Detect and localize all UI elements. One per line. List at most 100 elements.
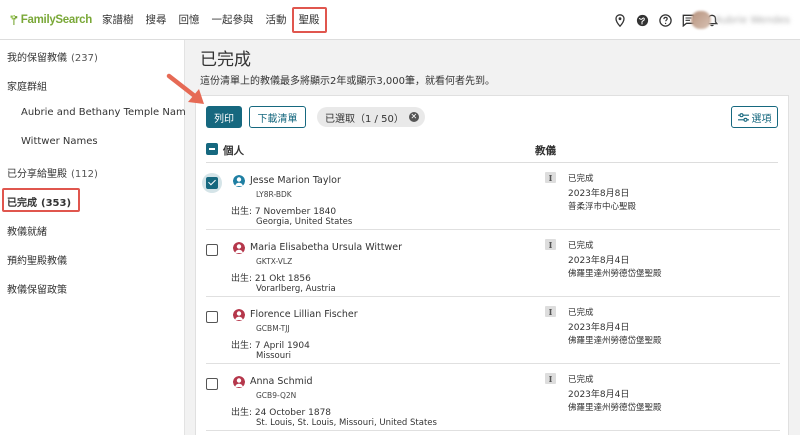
sidebar-item-label: 預約聖殿教儀	[7, 256, 67, 267]
nav-temple[interactable]: 聖殿	[291, 0, 327, 40]
male-person-icon	[233, 175, 245, 187]
sidebar-item-label: 家庭群組	[7, 82, 47, 93]
person-name-link[interactable]: Jesse Marion Taylor	[250, 175, 341, 186]
location-pin-icon[interactable]	[613, 13, 626, 27]
page-description: 這份清單上的教儀最多將顯示2年或顯示3,000筆，就看何者先到。	[200, 76, 495, 87]
column-header-ordinance: 教儀	[535, 145, 556, 157]
annotation-highlight-box	[291, 6, 327, 33]
nav-family-tree[interactable]: 家譜樹	[96, 0, 140, 40]
female-person-icon	[233, 242, 245, 254]
sidebar-item-my-reserved[interactable]: 我的保留教儀 (237)	[7, 49, 98, 64]
row-checkbox[interactable]	[206, 244, 218, 256]
nav-search[interactable]: 搜尋	[140, 0, 173, 40]
birth-label: 出生:	[231, 207, 253, 217]
birth-label: 出生:	[231, 408, 253, 418]
initiatory-ordinance-icon: I	[545, 306, 556, 317]
birth-info: 出生: 7 November 1840	[231, 204, 336, 217]
birth-info: 出生: 24 October 1878	[231, 405, 331, 418]
birth-info: 出生: 21 Okt 1856	[231, 271, 311, 284]
selected-count-label: 已選取（1 / 50）	[325, 113, 404, 125]
person-id: GKTX-VLZ	[256, 257, 293, 266]
ordinance-date: 2023年8月4日	[568, 390, 630, 400]
avatar	[690, 11, 711, 29]
sidebar-item-reservation-policy[interactable]: 教儀保留政策	[7, 281, 67, 296]
globe-icon[interactable]	[636, 14, 649, 27]
options-button[interactable]: 選項	[731, 106, 778, 128]
main-content: 已完成 這份清單上的教儀最多將顯示2年或顯示3,000筆，就看何者先到。 列印 …	[185, 40, 800, 435]
sidebar-item-aubrie-bethany[interactable]: Aubrie and Bethany Temple Names	[21, 107, 197, 118]
ordinance-temple: 佛羅里達州勞德岱堡聖殿	[568, 403, 662, 413]
initiatory-ordinance-icon: I	[545, 239, 556, 250]
birth-place: St. Louis, St. Louis, Missouri, United S…	[256, 418, 437, 428]
ordinance-date: 2023年8月4日	[568, 256, 630, 266]
sidebar-item-count: (112)	[71, 169, 98, 180]
birth-date: 7 April 1904	[254, 341, 310, 351]
tree-logo-icon	[10, 14, 18, 25]
familysearch-logo[interactable]: FamilySearch	[10, 11, 92, 29]
ordinance-temple: 普柔浮市中心聖殿	[568, 202, 637, 212]
table-row: Anna Schmid GCB9-Q2N 出生: 24 October 1878…	[206, 364, 780, 431]
table-row: Jesse Marion Taylor LY8R-BDK 出生: 7 Novem…	[202, 163, 780, 230]
nav-get-involved[interactable]: 一起參與	[206, 0, 260, 40]
row-checkbox[interactable]	[206, 378, 218, 390]
female-person-icon	[233, 309, 245, 321]
download-list-button[interactable]: 下載清單	[249, 106, 306, 128]
user-name: Aubrie Wendes	[714, 14, 790, 26]
column-header-person: 個人	[223, 145, 244, 157]
person-name-link[interactable]: Florence Lillian Fischer	[250, 309, 358, 320]
ordinance-date: 2023年8月4日	[568, 323, 630, 333]
female-person-icon	[233, 376, 245, 388]
sidebar-item-ordinances-ready[interactable]: 教儀就緒	[7, 223, 47, 238]
select-all-checkbox[interactable]	[206, 143, 218, 155]
sidebar-item-count: (237)	[71, 53, 98, 64]
row-checkbox[interactable]	[206, 177, 218, 189]
nav-activities[interactable]: 活動	[260, 0, 293, 40]
birth-label: 出生:	[231, 274, 253, 284]
table-row: Florence Lillian Fischer GCBM-TJJ 出生: 7 …	[206, 297, 780, 364]
sidebar-item-wittwer[interactable]: Wittwer Names	[21, 136, 98, 147]
ordinance-temple: 佛羅里達州勞德岱堡聖殿	[568, 336, 662, 346]
sidebar-item-label: 已分享給聖殿	[7, 169, 67, 180]
birth-label: 出生:	[231, 341, 253, 351]
table-row: Maria Elisabetha Ursula Wittwer GKTX-VLZ…	[206, 230, 780, 297]
clear-selection-icon[interactable]: ✕	[408, 112, 419, 122]
ordinance-status: 已完成	[568, 308, 594, 318]
selected-count-chip: 已選取（1 / 50） ✕	[317, 107, 425, 127]
nav-memories[interactable]: 回憶	[173, 0, 206, 40]
initiatory-ordinance-icon: I	[545, 373, 556, 384]
sidebar-item-family-groups[interactable]: 家庭群組	[7, 78, 47, 93]
main-nav: 家譜樹 搜尋 回憶 一起參與 活動 聖殿	[96, 0, 327, 40]
sliders-icon	[737, 112, 749, 122]
sidebar: 我的保留教儀 (237) 家庭群組 Aubrie and Bethany Temp…	[0, 40, 197, 435]
row-checkbox[interactable]	[206, 311, 218, 323]
sidebar-item-label: 教儀就緒	[7, 227, 47, 238]
sidebar-item-label: 教儀保留政策	[7, 285, 67, 296]
annotation-highlight-box	[2, 188, 80, 212]
print-button[interactable]: 列印	[206, 106, 242, 128]
sidebar-item-schedule[interactable]: 預約聖殿教儀	[7, 252, 67, 267]
birth-date: 7 November 1840	[254, 207, 337, 217]
sidebar-item-label: 我的保留教儀	[7, 53, 67, 64]
completed-list-card: 列印 下載清單 已選取（1 / 50） ✕ 選項 個人 教儀 Jesse Mar…	[195, 95, 789, 435]
ordinance-status: 已完成	[568, 241, 594, 251]
ordinance-date: 2023年8月8日	[568, 189, 630, 199]
top-header: FamilySearch 家譜樹 搜尋 回憶 一起參與 活動 聖殿 Aubrie…	[0, 0, 800, 40]
person-name-link[interactable]: Anna Schmid	[250, 376, 313, 387]
initiatory-ordinance-icon: I	[545, 172, 556, 183]
birth-place: Georgia, United States	[256, 217, 353, 227]
logo-text: FamilySearch	[20, 13, 93, 26]
person-id: GCBM-TJJ	[256, 324, 290, 333]
person-name-link[interactable]: Maria Elisabetha Ursula Wittwer	[250, 242, 402, 253]
user-menu[interactable]: Aubrie Wendes	[690, 11, 790, 29]
help-icon[interactable]	[659, 13, 672, 27]
sidebar-item-shared-with-temple[interactable]: 已分享給聖殿 (112)	[7, 165, 98, 180]
birth-date: 21 Okt 1856	[254, 274, 311, 284]
ordinance-temple: 佛羅里達州勞德岱堡聖殿	[568, 269, 662, 279]
person-id: LY8R-BDK	[256, 190, 292, 199]
birth-place: Missouri	[256, 351, 291, 361]
annotation-arrow-icon	[166, 73, 204, 104]
birth-date: 24 October 1878	[254, 408, 332, 418]
ordinance-status: 已完成	[568, 375, 594, 385]
sidebar-item-label: Wittwer Names	[21, 136, 98, 147]
page-title: 已完成	[200, 50, 251, 70]
